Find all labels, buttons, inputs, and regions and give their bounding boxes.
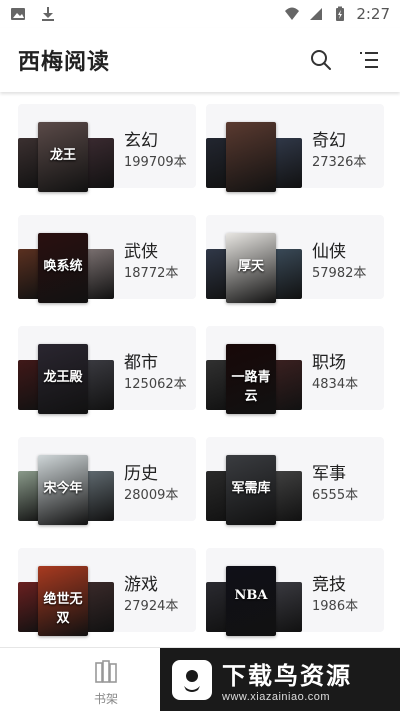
book-cover-title: 绝世无双	[43, 592, 83, 626]
search-icon	[311, 50, 331, 70]
category-card[interactable]: 奇幻 27326本	[206, 104, 384, 192]
book-cover-front: NBA	[226, 566, 276, 636]
book-cover-right	[274, 360, 302, 410]
category-count: 125062本	[124, 377, 187, 392]
book-cover-right	[86, 249, 114, 299]
category-name: 竞技	[312, 575, 346, 595]
book-cover-right	[86, 360, 114, 410]
book-cover-stack: 唤系统	[18, 233, 114, 303]
book-cover-front: 龙王殿	[38, 344, 88, 414]
watermark-url: www.xiazainiao.com	[222, 691, 331, 703]
battery-charging-icon	[336, 6, 345, 21]
category-name: 军事	[312, 464, 346, 484]
book-cover-stack: 龙王殿	[18, 344, 114, 414]
app-bar: 西梅阅读	[0, 28, 400, 92]
category-card[interactable]: 一路青云 职场 4834本	[206, 326, 384, 414]
category-card[interactable]: 军需库 军事 6555本	[206, 437, 384, 525]
book-cover-title: 唤系统	[43, 259, 83, 274]
category-card[interactable]: 绝世无双 游戏 27924本	[18, 548, 196, 636]
app-title: 西梅阅读	[18, 50, 111, 75]
category-name: 职场	[312, 353, 346, 373]
category-card[interactable]: 龙王 玄幻 199709本	[18, 104, 196, 192]
image-icon	[11, 8, 25, 20]
book-cover-right	[86, 138, 114, 188]
book-cover-stack	[206, 122, 302, 192]
book-cover-title: NBA	[234, 588, 268, 603]
category-count: 57982本	[312, 266, 367, 281]
category-card[interactable]: 宋今年 历史 28009本	[18, 437, 196, 525]
category-name: 奇幻	[312, 131, 346, 151]
wifi-icon	[285, 7, 300, 20]
category-count: 18772本	[124, 266, 179, 281]
book-cover-stack: 一路青云	[206, 344, 302, 414]
book-cover-right	[274, 138, 302, 188]
book-cover-title: 一路青云	[231, 370, 271, 404]
book-cover-front	[226, 122, 276, 192]
category-count: 199709本	[124, 155, 187, 170]
book-cover-front: 宋今年	[38, 455, 88, 525]
category-card[interactable]: 龙王殿 都市 125062本	[18, 326, 196, 414]
book-cover-stack: 龙王	[18, 122, 114, 192]
category-count: 6555本	[312, 488, 359, 503]
category-count: 27924本	[124, 599, 179, 614]
book-cover-front: 绝世无双	[38, 566, 88, 636]
tab-bookshelf[interactable]: 书架	[70, 658, 142, 708]
status-time: 2:27	[356, 5, 390, 23]
menu-list-icon	[360, 52, 378, 68]
tab-bookshelf-label: 书架	[93, 692, 118, 706]
status-bar: 2:27	[0, 0, 400, 28]
watermark-banner: 下载鸟资源 www.xiazainiao.com	[160, 648, 400, 711]
category-name: 历史	[124, 464, 158, 484]
book-cover-title: 龙王	[49, 148, 76, 163]
category-name: 游戏	[124, 575, 158, 595]
bird-logo-icon	[172, 659, 212, 700]
search-button[interactable]	[308, 47, 334, 73]
watermark-title: 下载鸟资源	[222, 662, 352, 690]
book-cover-right	[274, 582, 302, 632]
category-count: 1986本	[312, 599, 359, 614]
book-cover-front: 军需库	[226, 455, 276, 525]
book-cover-front: 唤系统	[38, 233, 88, 303]
category-card[interactable]: 厚天 仙侠 57982本	[206, 215, 384, 303]
category-name: 玄幻	[124, 131, 158, 151]
book-cover-front: 一路青云	[226, 344, 276, 414]
book-cover-title: 宋今年	[43, 481, 83, 496]
book-cover-stack: 军需库	[206, 455, 302, 525]
category-count: 27326本	[312, 155, 367, 170]
category-name: 都市	[124, 353, 158, 373]
category-card[interactable]: NBA 竞技 1986本	[206, 548, 384, 636]
category-name: 仙侠	[312, 242, 346, 262]
signal-icon	[310, 8, 323, 20]
bookshelf-icon	[95, 660, 117, 683]
category-count: 4834本	[312, 377, 359, 392]
book-cover-stack: 厚天	[206, 233, 302, 303]
book-cover-stack: NBA	[206, 566, 302, 636]
book-cover-right	[274, 249, 302, 299]
book-cover-right	[274, 471, 302, 521]
book-cover-stack: 绝世无双	[18, 566, 114, 636]
menu-button[interactable]	[356, 47, 382, 73]
book-cover-title: 军需库	[231, 481, 271, 496]
category-grid: 龙王 玄幻 199709本 奇幻 27326本唤系统 武侠 18772本 厚天 仙侠 57982本…	[0, 92, 400, 647]
book-cover-front: 厚天	[226, 233, 276, 303]
category-card[interactable]: 唤系统 武侠 18772本	[18, 215, 196, 303]
download-icon	[42, 7, 54, 21]
book-cover-right	[86, 582, 114, 632]
book-cover-right	[86, 471, 114, 521]
book-cover-front: 龙王	[38, 122, 88, 192]
book-cover-title: 厚天	[237, 259, 264, 274]
category-count: 28009本	[124, 488, 179, 503]
book-cover-title: 龙王殿	[43, 370, 83, 385]
book-cover-stack: 宋今年	[18, 455, 114, 525]
category-name: 武侠	[124, 242, 158, 262]
